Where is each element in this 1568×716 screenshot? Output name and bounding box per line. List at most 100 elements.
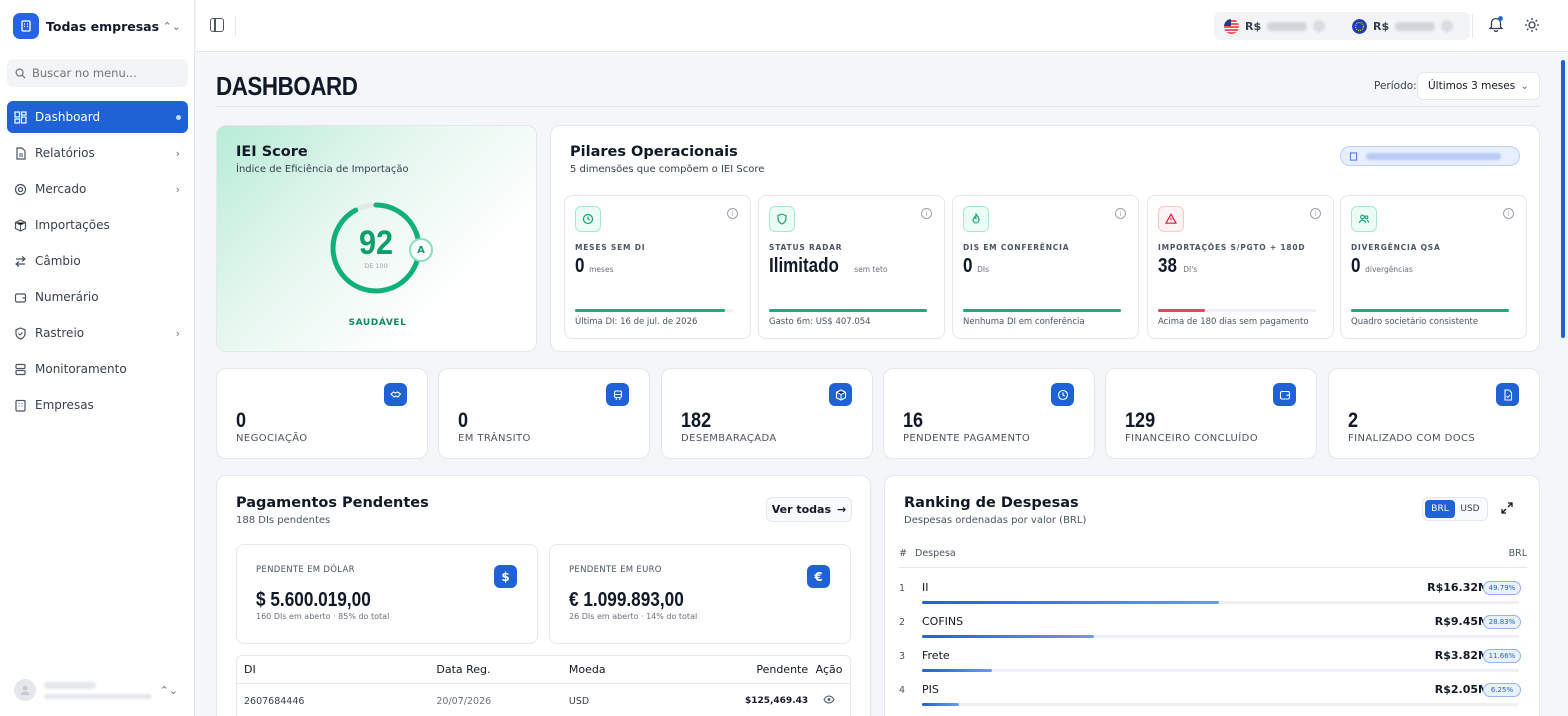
sidebar-item-mercado[interactable]: Mercado ›: [7, 173, 188, 205]
pending-amount: $125,469.43: [744, 696, 809, 706]
stat-finalizado-com-docs[interactable]: 2 FINALIZADO COM DOCS: [1328, 368, 1540, 459]
list-item[interactable]: 2 COFINS R$9.45M 28.83%: [899, 612, 1527, 646]
expand-icon: [1501, 502, 1513, 514]
registration-date: 20/07/2026: [436, 695, 492, 707]
chevron-updown-icon: ⌃⌄: [159, 683, 178, 697]
pillar-label: DIVERGÊNCIA QSA: [1351, 243, 1441, 252]
stat-financeiro-concluido[interactable]: 129 FINANCEIRO CONCLUÍDO: [1105, 368, 1317, 459]
avatar: [14, 679, 36, 701]
expense-bar-fill: [922, 601, 1220, 604]
rank-number: 4: [899, 685, 906, 696]
info-icon[interactable]: i: [1115, 208, 1126, 219]
shield-icon: [15, 326, 26, 340]
pillar-label: DIS EM CONFERÊNCIA: [963, 243, 1070, 252]
divider: [1472, 14, 1473, 38]
period-select[interactable]: Últimos 3 meses ⌄: [1417, 72, 1540, 100]
chevron-updown-icon: ⌃⌄: [162, 19, 181, 33]
ver-todas-button[interactable]: Ver todas →: [766, 497, 852, 522]
info-icon[interactable]: i: [921, 208, 932, 219]
menu-search-input[interactable]: [32, 66, 182, 80]
sidebar-item-numerario[interactable]: Numerário: [7, 281, 188, 313]
sidebar-item-rastreio[interactable]: Rastreio ›: [7, 317, 188, 349]
sidebar-item-dashboard[interactable]: Dashboard: [7, 101, 188, 133]
dollar-icon: $: [494, 565, 517, 588]
stat-label: PENDENTE PAGAMENTO: [903, 433, 1031, 444]
pillar-value: Ilimitado: [769, 255, 839, 277]
column-header[interactable]: Moeda: [569, 663, 689, 676]
expand-button[interactable]: [1501, 502, 1513, 517]
list-item[interactable]: 4 PIS R$2.05M 6.25%: [899, 680, 1527, 714]
info-icon[interactable]: i: [1310, 208, 1321, 219]
pillar-progress: [575, 309, 733, 312]
eur-rate[interactable]: R$: [1342, 18, 1470, 34]
toggle-brl[interactable]: BRL: [1425, 500, 1455, 518]
stat-negociacao[interactable]: 0 NEGOCIAÇÃO: [216, 368, 428, 459]
user-menu[interactable]: ⌃⌄: [14, 675, 184, 705]
info-icon[interactable]: i: [1503, 208, 1514, 219]
exchange-rates: R$ R$: [1214, 12, 1470, 40]
stat-label: EM TRÂNSITO: [458, 433, 531, 444]
column-header[interactable]: DI: [237, 663, 436, 676]
column-header: Ação: [815, 663, 843, 676]
stat-value: 2: [1348, 409, 1359, 432]
page-scrollbar[interactable]: [1561, 60, 1565, 338]
package-icon: [829, 383, 852, 406]
eye-icon: [823, 695, 835, 704]
iei-grade-badge: A: [409, 238, 433, 262]
pillar-footer: Acima de 180 dias sem pagamento: [1158, 317, 1309, 327]
stat-pendente-pagamento[interactable]: 16 PENDENTE PAGAMENTO: [883, 368, 1095, 459]
company-filter-pill[interactable]: [1340, 146, 1520, 166]
stat-desembaracada[interactable]: 182 DESEMBARAÇADA: [661, 368, 873, 459]
package-icon: [14, 218, 27, 232]
chevron-right-icon: ›: [175, 146, 180, 160]
theme-toggle[interactable]: [1524, 17, 1540, 36]
currency: USD: [568, 695, 590, 707]
pendente-dolar-label: PENDENTE EM DÓLAR: [256, 565, 355, 575]
usd-rate-label: R$: [1245, 19, 1262, 33]
toggle-usd[interactable]: USD: [1455, 500, 1485, 518]
ranking-subtitle: Despesas ordenadas por valor (BRL): [904, 515, 1087, 526]
table-row[interactable]: 2607684446 20/07/2026 USD $125,469.43: [237, 684, 850, 716]
stat-em-transito[interactable]: 0 EM TRÂNSITO: [438, 368, 650, 459]
sidebar-item-monitoramento[interactable]: Monitoramento: [7, 353, 188, 385]
usd-rate[interactable]: R$: [1214, 18, 1342, 34]
usd-rate-value-redacted: [1267, 21, 1308, 31]
chevron-right-icon: ›: [175, 326, 180, 340]
expense-name: COFINS: [922, 615, 964, 628]
expense-amount: R$16.32M: [1427, 581, 1489, 594]
dashboard-icon: [14, 110, 27, 124]
list-item[interactable]: 1 II R$16.32M 49.79%: [899, 578, 1527, 612]
alert-icon: [1158, 206, 1184, 232]
view-button[interactable]: [808, 695, 850, 707]
stat-value: 182: [681, 409, 712, 432]
list-item[interactable]: 3 Frete R$3.82M 11.66%: [899, 646, 1527, 680]
pendente-euro-sub: 26 DIs em aberto · 14% do total: [569, 612, 698, 621]
notifications-button[interactable]: [1488, 15, 1504, 36]
sidebar-item-label: Importações: [35, 218, 110, 232]
sidebar-item-importacoes[interactable]: Importações: [7, 209, 188, 241]
clock-icon: [1051, 383, 1074, 406]
column-header[interactable]: Data Reg.: [436, 663, 569, 676]
sidebar-nav: Dashboard Relatórios › Mercado › Importa…: [7, 101, 188, 425]
stat-value: 16: [903, 409, 924, 432]
pillar-divergencia-qsa: i DIVERGÊNCIA QSA 0 divergências Quadro s…: [1340, 195, 1527, 339]
menu-search[interactable]: [7, 59, 188, 87]
column-header[interactable]: Pendente: [689, 663, 808, 676]
sidebar-item-cambio[interactable]: Câmbio: [7, 245, 188, 277]
info-icon[interactable]: i: [727, 208, 738, 219]
chevron-right-icon: ›: [175, 182, 180, 196]
sidebar: Todas empresas ⌃⌄ Dashboard Relatórios ›…: [0, 0, 195, 716]
table-header: DI Data Reg. Moeda Pendente Ação: [237, 656, 850, 684]
stat-label: FINANCEIRO CONCLUÍDO: [1125, 433, 1258, 444]
sidebar-item-relatorios[interactable]: Relatórios ›: [7, 137, 188, 169]
iei-score-value: 92: [358, 224, 394, 262]
exchange-icon: [15, 255, 26, 267]
eu-flag-icon: [1352, 18, 1367, 34]
target-icon: [14, 183, 27, 195]
sidebar-toggle-icon[interactable]: [210, 18, 224, 32]
sidebar-item-label: Dashboard: [35, 110, 101, 124]
pillar-value: 38: [1158, 255, 1177, 277]
company-switcher[interactable]: Todas empresas ⌃⌄: [8, 8, 187, 44]
sidebar-item-empresas[interactable]: Empresas: [7, 389, 188, 421]
expense-bar: [922, 669, 1519, 672]
